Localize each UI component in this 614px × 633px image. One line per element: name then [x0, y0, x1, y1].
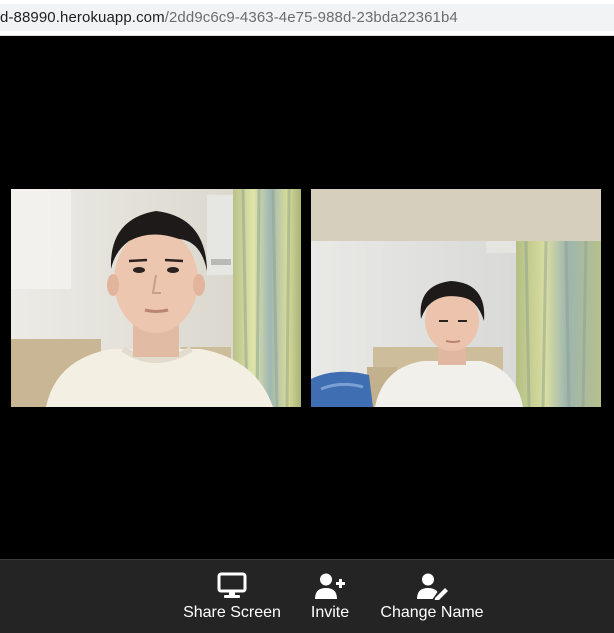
participant-video-icon [311, 189, 601, 407]
participant-video-2 [311, 189, 601, 407]
monitor-icon [217, 572, 247, 598]
invite-button[interactable]: Invite [309, 572, 351, 622]
url-host: d-88990.herokuapp.com [0, 9, 165, 26]
url-text: d-88990.herokuapp.com/2dd9c6c9-4363-4e75… [0, 9, 458, 26]
invite-label: Invite [310, 604, 350, 621]
participant-video-icon [11, 189, 301, 407]
video-stage [0, 36, 614, 559]
change-name-button[interactable]: Change Name [380, 572, 484, 622]
user-plus-icon [315, 573, 345, 599]
control-bar: Share Screen Invite Change Name [0, 559, 614, 633]
url-path: /2dd9c6c9-4363-4e75-988d-23bda22361b4 [164, 9, 458, 26]
video-call-page: d-88990.herokuapp.com/2dd9c6c9-4363-4e75… [0, 0, 614, 633]
participant-video-1 [11, 189, 301, 407]
share-screen-button[interactable]: Share Screen [183, 572, 281, 622]
change-name-label: Change Name [380, 604, 484, 621]
share-screen-label: Share Screen [183, 604, 281, 621]
user-edit-icon [417, 573, 448, 600]
url-field[interactable]: d-88990.herokuapp.com/2dd9c6c9-4363-4e75… [0, 4, 614, 31]
browser-address-bar: d-88990.herokuapp.com/2dd9c6c9-4363-4e75… [0, 0, 614, 36]
